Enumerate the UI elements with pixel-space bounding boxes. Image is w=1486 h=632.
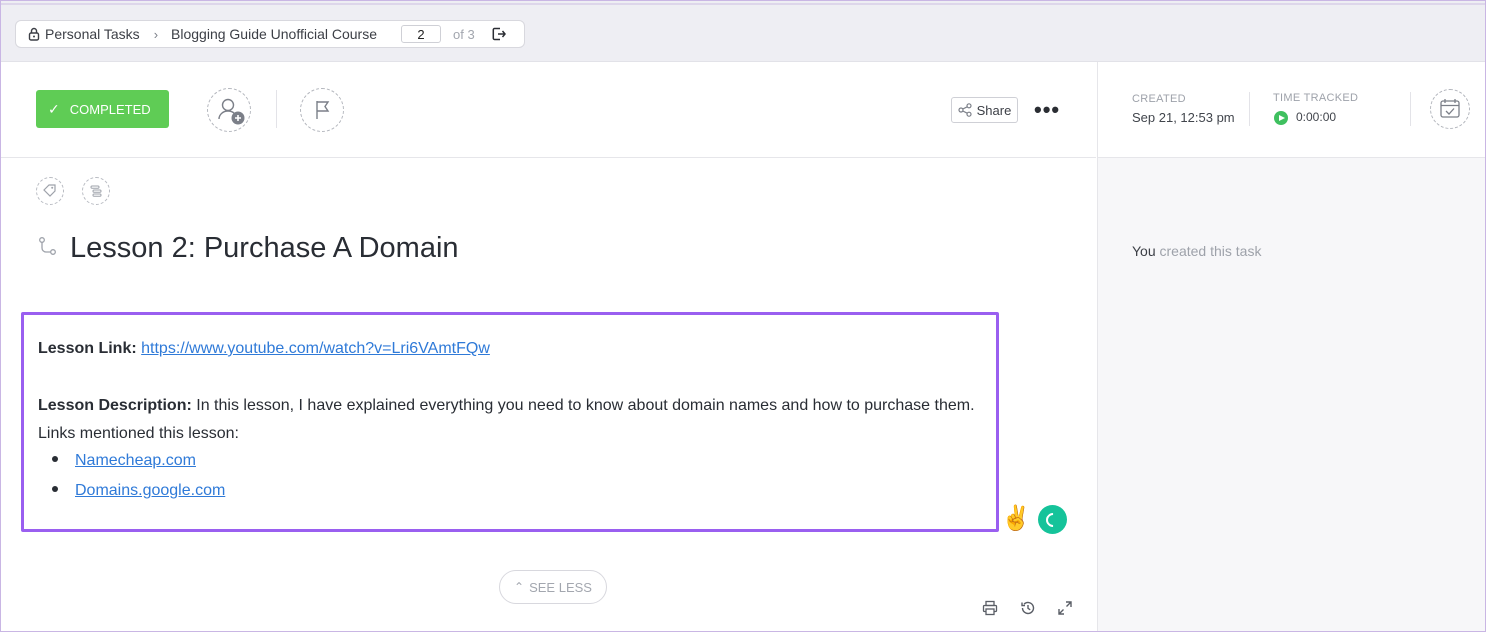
exit-icon[interactable] xyxy=(491,26,507,42)
lesson-description-text: In this lesson, I have explained everyth… xyxy=(191,397,975,414)
bullet xyxy=(52,456,58,462)
task-body: Lesson 2: Purchase A Domain Lesson Link:… xyxy=(1,158,1096,631)
breadcrumb: Personal Tasks › Blogging Guide Unoffici… xyxy=(15,20,525,48)
tag-icon xyxy=(42,184,56,197)
more-icon[interactable]: ••• xyxy=(1034,99,1060,121)
chevron-up-icon: ⌃ xyxy=(514,580,525,594)
task-window: Personal Tasks › Blogging Guide Unoffici… xyxy=(0,0,1486,632)
divider xyxy=(1249,92,1250,126)
status-label: COMPLETED xyxy=(69,101,151,117)
link-namecheap[interactable]: Namecheap.com xyxy=(75,452,196,469)
add-assignee-icon xyxy=(217,98,244,124)
see-less-button[interactable]: ⌃ SEE LESS xyxy=(499,570,607,604)
history-icon[interactable] xyxy=(1019,599,1037,617)
print-icon[interactable] xyxy=(981,599,999,617)
list-item: Domains.google.com xyxy=(38,482,225,500)
peace-emoji-icon[interactable]: ✌️ xyxy=(1001,504,1031,533)
share-button[interactable]: Share xyxy=(951,97,1018,123)
flag-icon xyxy=(315,100,329,119)
see-less-label: SEE LESS xyxy=(529,579,592,595)
activity-actor: You xyxy=(1132,243,1156,259)
checklist-button[interactable] xyxy=(82,177,110,205)
lesson-description-label: Lesson Description: xyxy=(38,397,192,414)
priority-button[interactable] xyxy=(300,88,344,132)
lesson-description-line: Lesson Description: In this lesson, I ha… xyxy=(38,397,975,415)
time-tracked-value[interactable]: 0:00:00 xyxy=(1296,110,1336,124)
activity-item: You created this task xyxy=(1132,243,1261,259)
subtask-icon[interactable] xyxy=(37,236,59,258)
task-header: ✓ COMPLETED Share ••• xyxy=(1,62,1096,158)
activity-panel: You created this task xyxy=(1097,158,1485,631)
lesson-link[interactable]: https://www.youtube.com/watch?v=Lri6VAmt… xyxy=(141,340,490,357)
list-item: Namecheap.com xyxy=(38,452,196,470)
divider xyxy=(276,90,277,128)
created-value: Sep 21, 12:53 pm xyxy=(1132,110,1235,125)
share-label: Share xyxy=(976,102,1012,118)
links-intro: Links mentioned this lesson: xyxy=(38,425,239,442)
top-bar: Personal Tasks › Blogging Guide Unoffici… xyxy=(1,1,1485,62)
task-title[interactable]: Lesson 2: Purchase A Domain xyxy=(70,232,459,265)
check-icon: ✓ xyxy=(48,100,60,117)
divider xyxy=(1410,92,1411,126)
link-google-domains[interactable]: Domains.google.com xyxy=(75,482,225,499)
expand-icon[interactable] xyxy=(1056,599,1074,617)
subtasks-icon xyxy=(90,185,102,197)
calendar-icon xyxy=(1439,98,1460,118)
add-tag-button[interactable] xyxy=(36,177,64,205)
calendar-button[interactable] xyxy=(1430,89,1470,129)
lesson-link-label: Lesson Link: xyxy=(38,340,137,357)
activity-text: created this task xyxy=(1155,243,1262,259)
add-assignee-button[interactable] xyxy=(207,88,251,132)
time-tracked-label: TIME TRACKED xyxy=(1273,92,1359,104)
page-number-input[interactable]: 2 xyxy=(401,25,442,43)
grammarly-icon[interactable] xyxy=(1038,505,1067,534)
share-icon xyxy=(958,103,972,117)
task-description[interactable]: Lesson Link: https://www.youtube.com/wat… xyxy=(21,312,999,532)
created-label: CREATED xyxy=(1132,93,1186,105)
task-meta: CREATED Sep 21, 12:53 pm TIME TRACKED 0:… xyxy=(1097,62,1485,158)
status-button[interactable]: ✓ COMPLETED xyxy=(36,90,169,128)
bullet xyxy=(52,486,58,492)
breadcrumb-space[interactable]: Personal Tasks xyxy=(45,26,140,42)
lock-icon xyxy=(28,27,40,41)
lesson-link-line: Lesson Link: https://www.youtube.com/wat… xyxy=(38,340,490,358)
chevron-right-icon: › xyxy=(153,26,159,42)
breadcrumb-list[interactable]: Blogging Guide Unofficial Course xyxy=(171,26,377,42)
play-icon[interactable] xyxy=(1274,111,1288,125)
page-total: of 3 xyxy=(453,26,475,42)
